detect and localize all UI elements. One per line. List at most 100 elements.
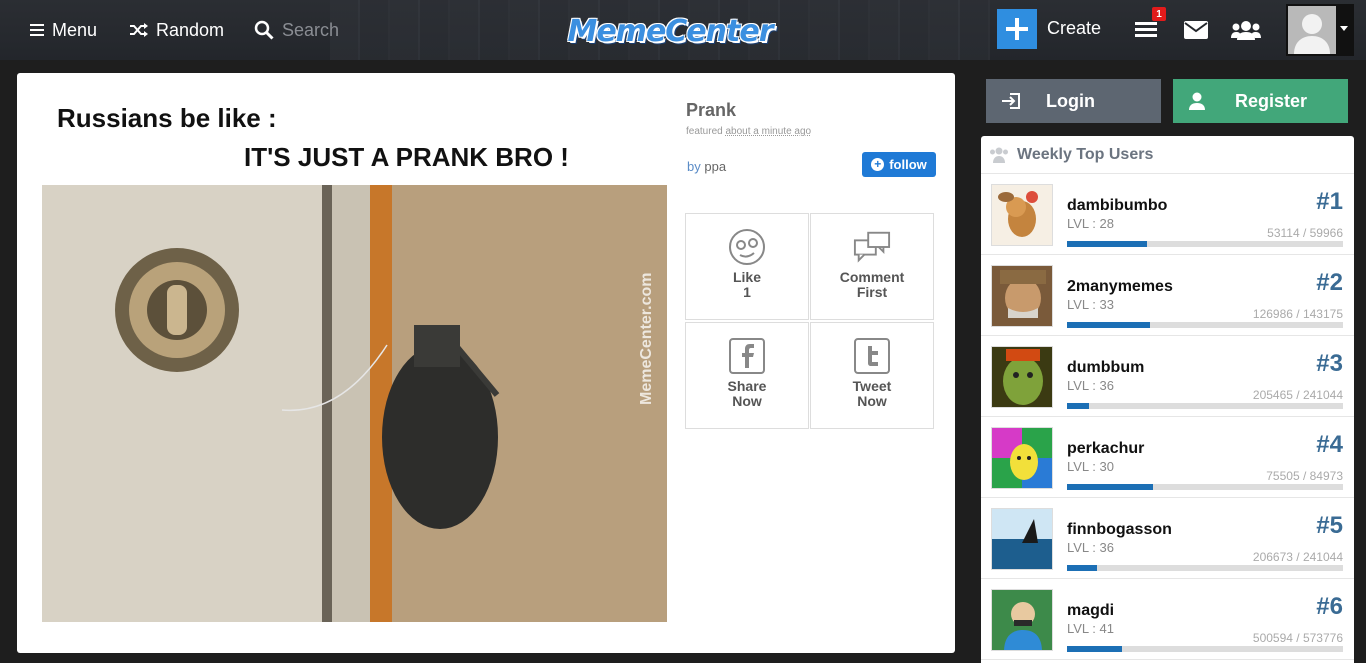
comment-label: Comment	[839, 269, 905, 285]
user-level: LVL : 36	[1067, 540, 1114, 555]
user-xp: 500594 / 573776	[1252, 631, 1343, 645]
top-user-row[interactable]: dumbbum LVL : 36 #3 205465 / 241044	[981, 336, 1354, 417]
comment-bubbles-icon	[853, 228, 891, 266]
plus-icon	[1006, 18, 1028, 40]
user-rank: #4	[1316, 431, 1343, 458]
create-button[interactable]	[997, 9, 1037, 49]
tweet-label: Tweet	[852, 378, 892, 394]
user-rank: #1	[1316, 188, 1343, 215]
top-user-row[interactable]: finnbogasson LVL : 36 #5 206673 / 241044	[981, 498, 1354, 579]
user-level: LVL : 41	[1067, 621, 1114, 636]
users-group-icon	[1231, 21, 1261, 40]
top-user-row[interactable]: 2manymemes LVL : 33 #2 126986 / 143175	[981, 255, 1354, 336]
follow-button[interactable]: + follow	[862, 152, 936, 177]
tweet-sub: Now	[857, 393, 887, 409]
user-progress-bar	[1067, 403, 1343, 409]
plus-circle-icon: +	[871, 158, 885, 171]
user-thumbnail[interactable]	[991, 184, 1053, 246]
weekly-top-users-panel: Weekly Top Users dambibumbo LVL : 28 #1 …	[981, 136, 1354, 663]
login-label: Login	[1046, 90, 1095, 111]
users-group-icon	[990, 147, 1008, 163]
default-avatar-icon	[1288, 6, 1336, 54]
like-count: 1	[743, 284, 751, 300]
user-thumbnail[interactable]	[991, 346, 1053, 408]
user-name[interactable]: 2manymemes	[1067, 278, 1173, 296]
user-level: LVL : 33	[1067, 297, 1114, 312]
like-label: Like	[732, 269, 761, 285]
user-level: LVL : 36	[1067, 378, 1114, 393]
top-navigation-bar: Menu Random Search MemeCenter Create 1	[0, 0, 1366, 60]
twitter-icon	[853, 337, 891, 375]
notification-badge: 1	[1152, 7, 1166, 21]
user-thumbnail[interactable]	[991, 265, 1053, 327]
user-name[interactable]: perkachur	[1067, 440, 1144, 458]
share-facebook-button[interactable]: Share Now	[685, 322, 809, 429]
post-card: Russians be like : IT'S JUST A PRANK BRO…	[17, 73, 955, 653]
meme-watermark: MemeCenter.com	[638, 272, 655, 406]
user-progress-bar	[1067, 646, 1343, 652]
post-author: by ppa	[687, 159, 727, 174]
comment-button[interactable]: Comment First	[810, 213, 934, 320]
user-progress-bar	[1067, 565, 1343, 571]
search-input[interactable]: Search	[254, 17, 339, 43]
user-progress-bar	[1067, 241, 1343, 247]
user-avatar-menu[interactable]	[1286, 4, 1354, 56]
random-button[interactable]: Random	[130, 17, 224, 43]
comment-sub: First	[856, 284, 888, 300]
user-progress-bar	[1067, 322, 1343, 328]
share-sub: Now	[732, 393, 762, 409]
top-user-row[interactable]: magdi LVL : 41 #6 500594 / 573776	[981, 579, 1354, 660]
user-rank: #2	[1316, 269, 1343, 296]
weekly-top-users-header: Weekly Top Users	[981, 136, 1354, 174]
user-rank: #6	[1316, 593, 1343, 620]
user-name[interactable]: dambibumbo	[1067, 197, 1167, 215]
user-xp: 206673 / 241044	[1252, 550, 1343, 564]
author-link[interactable]: ppa	[704, 159, 726, 174]
shuffle-icon	[130, 23, 148, 37]
follow-label: follow	[889, 157, 927, 172]
user-name[interactable]: finnbogasson	[1067, 521, 1172, 539]
memecenter-logo[interactable]: MemeCenter	[545, 8, 795, 54]
notifications-button[interactable]: 1	[1132, 7, 1166, 43]
top-user-row[interactable]: perkachur LVL : 30 #4 75505 / 84973	[981, 417, 1354, 498]
facebook-icon	[728, 337, 766, 375]
logo-text: MemeCenter	[567, 13, 773, 49]
weekly-top-users-title: Weekly Top Users	[1017, 145, 1154, 163]
tweet-button[interactable]: Tweet Now	[810, 322, 934, 429]
user-thumbnail[interactable]	[991, 589, 1053, 651]
notifications-list-icon	[1135, 22, 1157, 37]
login-button[interactable]: Login	[986, 79, 1161, 123]
user-thumbnail[interactable]	[991, 508, 1053, 570]
meme-caption-line2: IT'S JUST A PRANK BRO !	[244, 142, 569, 172]
post-title[interactable]: Prank	[686, 100, 736, 121]
user-rank: #3	[1316, 350, 1343, 377]
like-face-icon	[728, 228, 766, 266]
meme-caption-line1: Russians be like :	[57, 103, 277, 133]
user-progress-bar	[1067, 484, 1343, 490]
search-icon	[254, 20, 274, 40]
messages-button[interactable]	[1182, 17, 1210, 43]
user-level: LVL : 30	[1067, 459, 1114, 474]
user-rank: #5	[1316, 512, 1343, 539]
chevron-down-icon	[1340, 26, 1348, 31]
envelope-icon	[1184, 21, 1208, 39]
register-label: Register	[1235, 90, 1308, 111]
hamburger-icon	[30, 24, 44, 36]
meme-image[interactable]: MemeCenter.com	[42, 185, 667, 622]
user-level: LVL : 28	[1067, 216, 1114, 231]
menu-button[interactable]: Menu	[30, 17, 97, 43]
post-actions: Like 1 Comment First Share Now Tweet Now	[685, 213, 936, 429]
friends-button[interactable]	[1230, 17, 1262, 43]
user-name[interactable]: dumbbum	[1067, 359, 1144, 377]
user-thumbnail[interactable]	[991, 427, 1053, 489]
user-name[interactable]: magdi	[1067, 602, 1114, 620]
user-xp: 126986 / 143175	[1252, 307, 1343, 321]
user-icon	[1189, 92, 1205, 110]
top-user-row[interactable]: dambibumbo LVL : 28 #1 53114 / 59966	[981, 174, 1354, 255]
like-button[interactable]: Like 1	[685, 213, 809, 320]
create-label[interactable]: Create	[1047, 18, 1101, 39]
menu-label: Menu	[52, 19, 98, 40]
user-xp: 75505 / 84973	[1266, 469, 1343, 483]
register-button[interactable]: Register	[1173, 79, 1348, 123]
user-xp: 53114 / 59966	[1267, 226, 1343, 240]
